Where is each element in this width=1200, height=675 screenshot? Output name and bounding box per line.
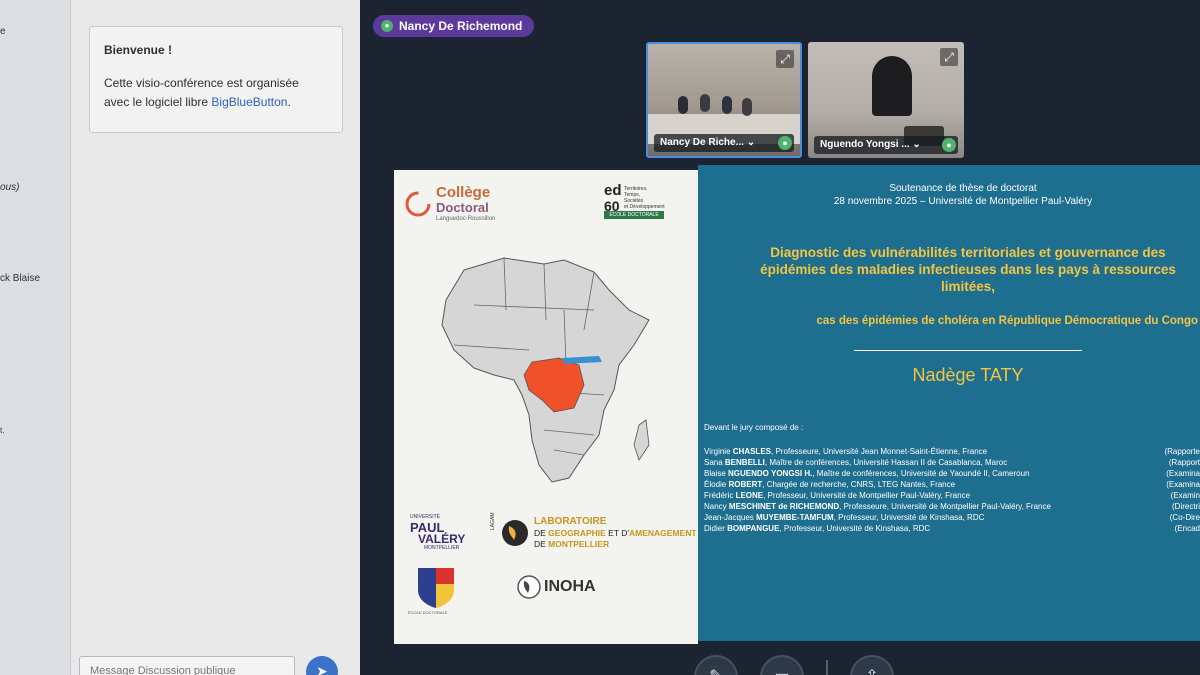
ed-school-band: ÉCOLE DOCTORALE [604,211,664,219]
ed-mark: ed [604,182,622,199]
college-sub: Languedoc-Roussillon [436,216,496,222]
thesis-title-line1: Diagnostic des vulnérabilités territoria… [770,245,1166,260]
welcome-title: Bienvenue ! [104,43,173,57]
mic-icon: ● [381,20,393,32]
title-divider [854,350,1082,351]
expand-icon[interactable]: ⤢ [776,50,794,68]
author-name: Nadège TATY [912,365,1024,385]
thesis-subtitle: cas des épidémies de choléra en Républiq… [816,315,1198,327]
jury-role: (Examina [1166,480,1200,489]
presenter-name: Nancy De Richemond [399,19,523,33]
welcome-message: Bienvenue ! Cette visio-conférence est o… [89,26,343,133]
screenshare-icon[interactable]: ⇪ [850,655,894,675]
lab-line2: DE GEOGRAPHIE ET D'AMENAGEMENT [534,528,697,538]
video-name-label: Nancy De Riche... ⌄ [654,134,794,152]
lab-line1: LABORATOIRE [534,516,607,527]
shield-crest-icon [418,568,454,608]
thesis-title-line2: épidémies des maladies infectieuses dans… [760,262,1176,277]
inoha-text: INOHA [544,578,596,595]
jury-member: Nancy MESCHINET de RICHEMOND, Professeur… [704,502,1051,511]
jury-role: (Rapporte [1164,447,1200,456]
send-icon[interactable]: ➤ [306,656,338,675]
users-list-panel: e ous) ck Blaise t. [0,0,78,675]
jury-member: Sana BENBELLI, Maître de conférences, Un… [704,458,1008,467]
inoha-globe-icon [517,575,541,599]
jury-role: (Co-Dire [1169,513,1200,522]
jury-member: Blaise NGUENDO YONGSI H., Maître de conf… [704,469,1030,478]
africa-map [441,257,650,483]
participant-figure [742,98,752,116]
college-line1: Collège [436,184,491,201]
lab-line3: DE MONTPELLIER [534,539,610,549]
participant-figure [700,94,710,112]
jury-member: Didier BOMPANGUE, Professeur, Université… [704,524,931,533]
welcome-line2-wrap: avec le logiciel libre BigBlueButton. [104,93,328,112]
slide-content-panel: Soutenance de thèse de doctorat 28 novem… [698,165,1200,641]
jury-role: (Rapport [1168,458,1200,467]
jury-member: Virginie CHASLES, Professeure, Universit… [704,447,988,456]
slide-header1: Soutenance de thèse de doctorat [889,183,1037,194]
jury-member: Frédéric LEONE, Professeur, Université d… [704,491,971,500]
chat-panel: Bienvenue ! Cette visio-conférence est o… [70,0,360,675]
user-fragment[interactable]: t. [0,426,4,435]
jury-role: (Examin [1170,491,1200,500]
paul-valery-logo: UNIVERSITÉ PAUL VALÉRY MONTPELLIER [410,514,466,551]
user-fragment[interactable]: ous) [0,182,19,193]
user-fragment[interactable]: e [0,26,6,37]
video-tile[interactable]: ⤢ Nguendo Yongsi ... ⌄ ● [808,42,964,158]
jury-role: (Examina [1166,469,1200,478]
controls-divider [826,660,828,675]
expand-icon[interactable]: ⤢ [940,48,958,66]
slide-header2: 28 novembre 2025 – Université de Montpel… [833,196,1093,207]
lagam-globe-icon [502,520,528,546]
mic-icon: ● [778,136,792,150]
jury-role: (Directri [1172,502,1200,511]
camera-off-icon[interactable]: ▭ [760,655,804,675]
jury-member: Jean-Jacques MUYEMBE-TAMFUM, Professeur,… [704,513,985,522]
chat-message-input[interactable]: Message Discussion publique [79,656,295,675]
presenter-badge[interactable]: ● Nancy De Richemond [373,15,535,37]
jury-role: (Encad [1174,524,1200,533]
college-doctoral-logo-icon [405,191,431,217]
ed-desc: Territoires, Temps, Sociétés et Développeme… [624,186,665,210]
jury-intro: Devant le jury composé de : [704,423,804,432]
user-fragment[interactable]: ck Blaise [0,273,40,284]
video-tile[interactable]: ⤢ Nancy De Riche... ⌄ ● [646,42,802,158]
welcome-line1: Cette visio-conférence est organisée [104,76,299,90]
thesis-title-line3: limitées, [940,279,996,294]
participant-figure [872,56,912,116]
welcome-line2: avec le logiciel libre [104,95,209,109]
bigbluebutton-link[interactable]: BigBlueButton [211,95,287,109]
mic-icon: ● [942,138,956,152]
lagam-side: LAGAM [490,512,496,530]
slide-logos-panel: Collège Doctoral Languedoc-Roussillon ed… [394,170,698,644]
video-name-label: Nguendo Yongsi ... ⌄ [814,136,958,154]
welcome-end: . [287,95,291,109]
jury-member: Élodie ROBERT, Chargée de recherche, CNR… [704,480,956,489]
participant-figure [722,96,732,114]
shield-caption: ÉCOLE DOCTORALE [408,610,448,615]
participant-figure [678,96,688,114]
mic-off-icon[interactable]: ✎ [694,655,738,675]
college-line2: Doctoral [436,200,489,215]
